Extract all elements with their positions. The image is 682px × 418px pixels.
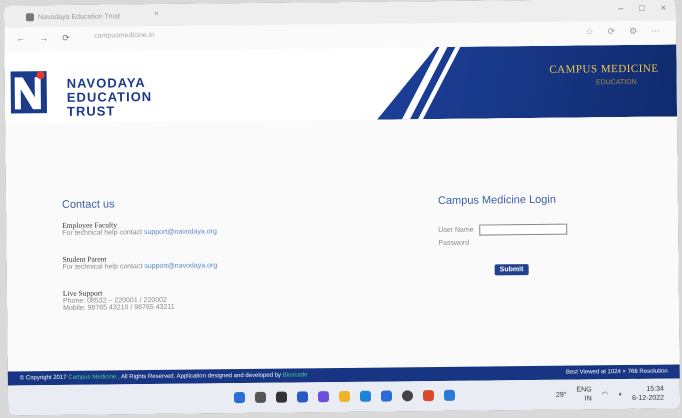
brand-line-3: TRUST — [66, 103, 116, 119]
password-row: Password — [438, 238, 638, 247]
browser-tab[interactable]: Navodaya Education Trust — [25, 8, 166, 25]
submit-button[interactable]: Submit — [494, 264, 529, 276]
window-controls: – □ × — [618, 3, 666, 13]
address-bar[interactable]: campusmedicine.in — [94, 32, 154, 40]
login-title: Campus Medicine Login — [437, 193, 557, 207]
favorite-icon[interactable]: ☆ — [585, 26, 593, 37]
file-explorer-icon[interactable] — [338, 390, 351, 403]
maximize-button[interactable]: □ — [639, 3, 645, 13]
footer-resolution-note: Best Viewed at 1024 × 768 Resolution — [565, 368, 668, 376]
site-header: NAVODAYA EDUCATION TRUST CAMPUS MEDICINE… — [4, 44, 678, 124]
search-icon[interactable] — [254, 391, 267, 403]
password-label: Password — [438, 239, 470, 247]
system-tray: 29° ENG IN ◠ ◖ 15:34 6-12-2022 — [556, 385, 664, 404]
campus-medicine-subtitle: EDUCATION — [595, 78, 637, 87]
task-view-icon[interactable] — [275, 391, 288, 403]
brand-name: NAVODAYA EDUCATION TRUST — [66, 75, 153, 119]
os-taskbar: 29° ENG IN ◠ ◖ 15:34 6-12-2022 — [7, 378, 681, 416]
footer-developer-link[interactable]: Bioscade — [283, 372, 308, 378]
campus-medicine-title: CAMPUS MEDICINE — [549, 62, 659, 76]
contact-student: Student Parent For technical help contac… — [62, 252, 303, 271]
username-label: User Name — [438, 226, 474, 234]
wifi-icon[interactable]: ◠ — [602, 390, 608, 398]
office-icon[interactable] — [422, 390, 435, 402]
student-email-link[interactable]: support@navodaya.org — [144, 262, 217, 270]
employee-email-link[interactable]: support@navodaya.org — [144, 228, 217, 236]
clock[interactable]: 15:34 6-12-2022 — [632, 385, 664, 403]
forward-button[interactable]: → — [39, 33, 48, 44]
footer-copyright: © Copyright 2017 Campus Medicine . All R… — [20, 372, 308, 381]
employee-line: For technical help contact support@navod… — [62, 227, 302, 237]
student-line-text: For technical help contact — [62, 263, 145, 271]
chat-icon[interactable] — [317, 391, 330, 403]
clock-time: 15:34 — [646, 385, 664, 393]
live-support-line-2: Mobile: 98765 43210 / 98765 43211 — [63, 303, 175, 312]
main-content: Contact us Employee Faculty For technica… — [5, 116, 680, 372]
edge-icon[interactable] — [359, 390, 372, 402]
login-section: Campus Medicine Login User Name Password… — [438, 193, 639, 277]
weather-text[interactable]: 29° — [556, 391, 567, 398]
contact-employee: Employee Faculty For technical help cont… — [62, 218, 302, 237]
lang-bottom: IN — [584, 395, 592, 403]
footer-copyright-prefix: © Copyright 2017 — [19, 374, 67, 382]
monitor-screen: Navodaya Education Trust × – □ × ← → ⟳ c… — [3, 0, 681, 416]
footer-brand-link[interactable]: Campus Medicine — [68, 374, 116, 381]
header-band: CAMPUS MEDICINE EDUCATION — [376, 44, 677, 119]
back-button[interactable]: ← — [16, 33, 25, 44]
toolbar-icons: ☆ ⟳ ⚙ ⋯ — [585, 26, 660, 38]
widgets-icon[interactable] — [296, 391, 309, 403]
navodaya-logo-icon — [10, 71, 48, 114]
language-indicator[interactable]: ENG IN — [576, 385, 591, 403]
volume-icon[interactable]: ◖ — [618, 391, 622, 398]
app-icon[interactable] — [443, 389, 456, 401]
username-input[interactable] — [479, 223, 568, 236]
chrome-icon[interactable] — [401, 390, 414, 402]
favicon-icon — [25, 13, 35, 22]
employee-line-text: For technical help contact — [62, 229, 145, 237]
refresh-icon[interactable]: ⟳ — [607, 26, 615, 37]
store-icon[interactable] — [380, 390, 393, 402]
clock-date: 6-12-2022 — [632, 394, 665, 402]
start-icon[interactable] — [233, 392, 246, 404]
tab-close-icon[interactable]: × — [154, 9, 159, 18]
contact-section: Contact us Employee Faculty For technica… — [62, 196, 303, 330]
contact-title: Contact us — [61, 198, 115, 211]
username-row: User Name — [438, 223, 638, 236]
minimize-button[interactable]: – — [618, 3, 623, 13]
lang-top: ENG — [576, 386, 592, 394]
student-line: For technical help contact support@navod… — [63, 261, 303, 271]
settings-icon[interactable]: ⚙ — [629, 26, 637, 37]
nav-buttons: ← → ⟳ — [16, 33, 70, 45]
tab-title: Navodaya Education Trust — [37, 12, 121, 21]
footer-rights: . All Rights Reserved. Application desig… — [117, 372, 282, 381]
reload-button[interactable]: ⟳ — [62, 33, 70, 44]
taskbar-icons — [233, 389, 456, 404]
close-button[interactable]: × — [661, 3, 666, 13]
more-icon[interactable]: ⋯ — [651, 26, 660, 37]
contact-live-support: Live Support Phone: 08532 – 220001 / 220… — [63, 286, 303, 312]
